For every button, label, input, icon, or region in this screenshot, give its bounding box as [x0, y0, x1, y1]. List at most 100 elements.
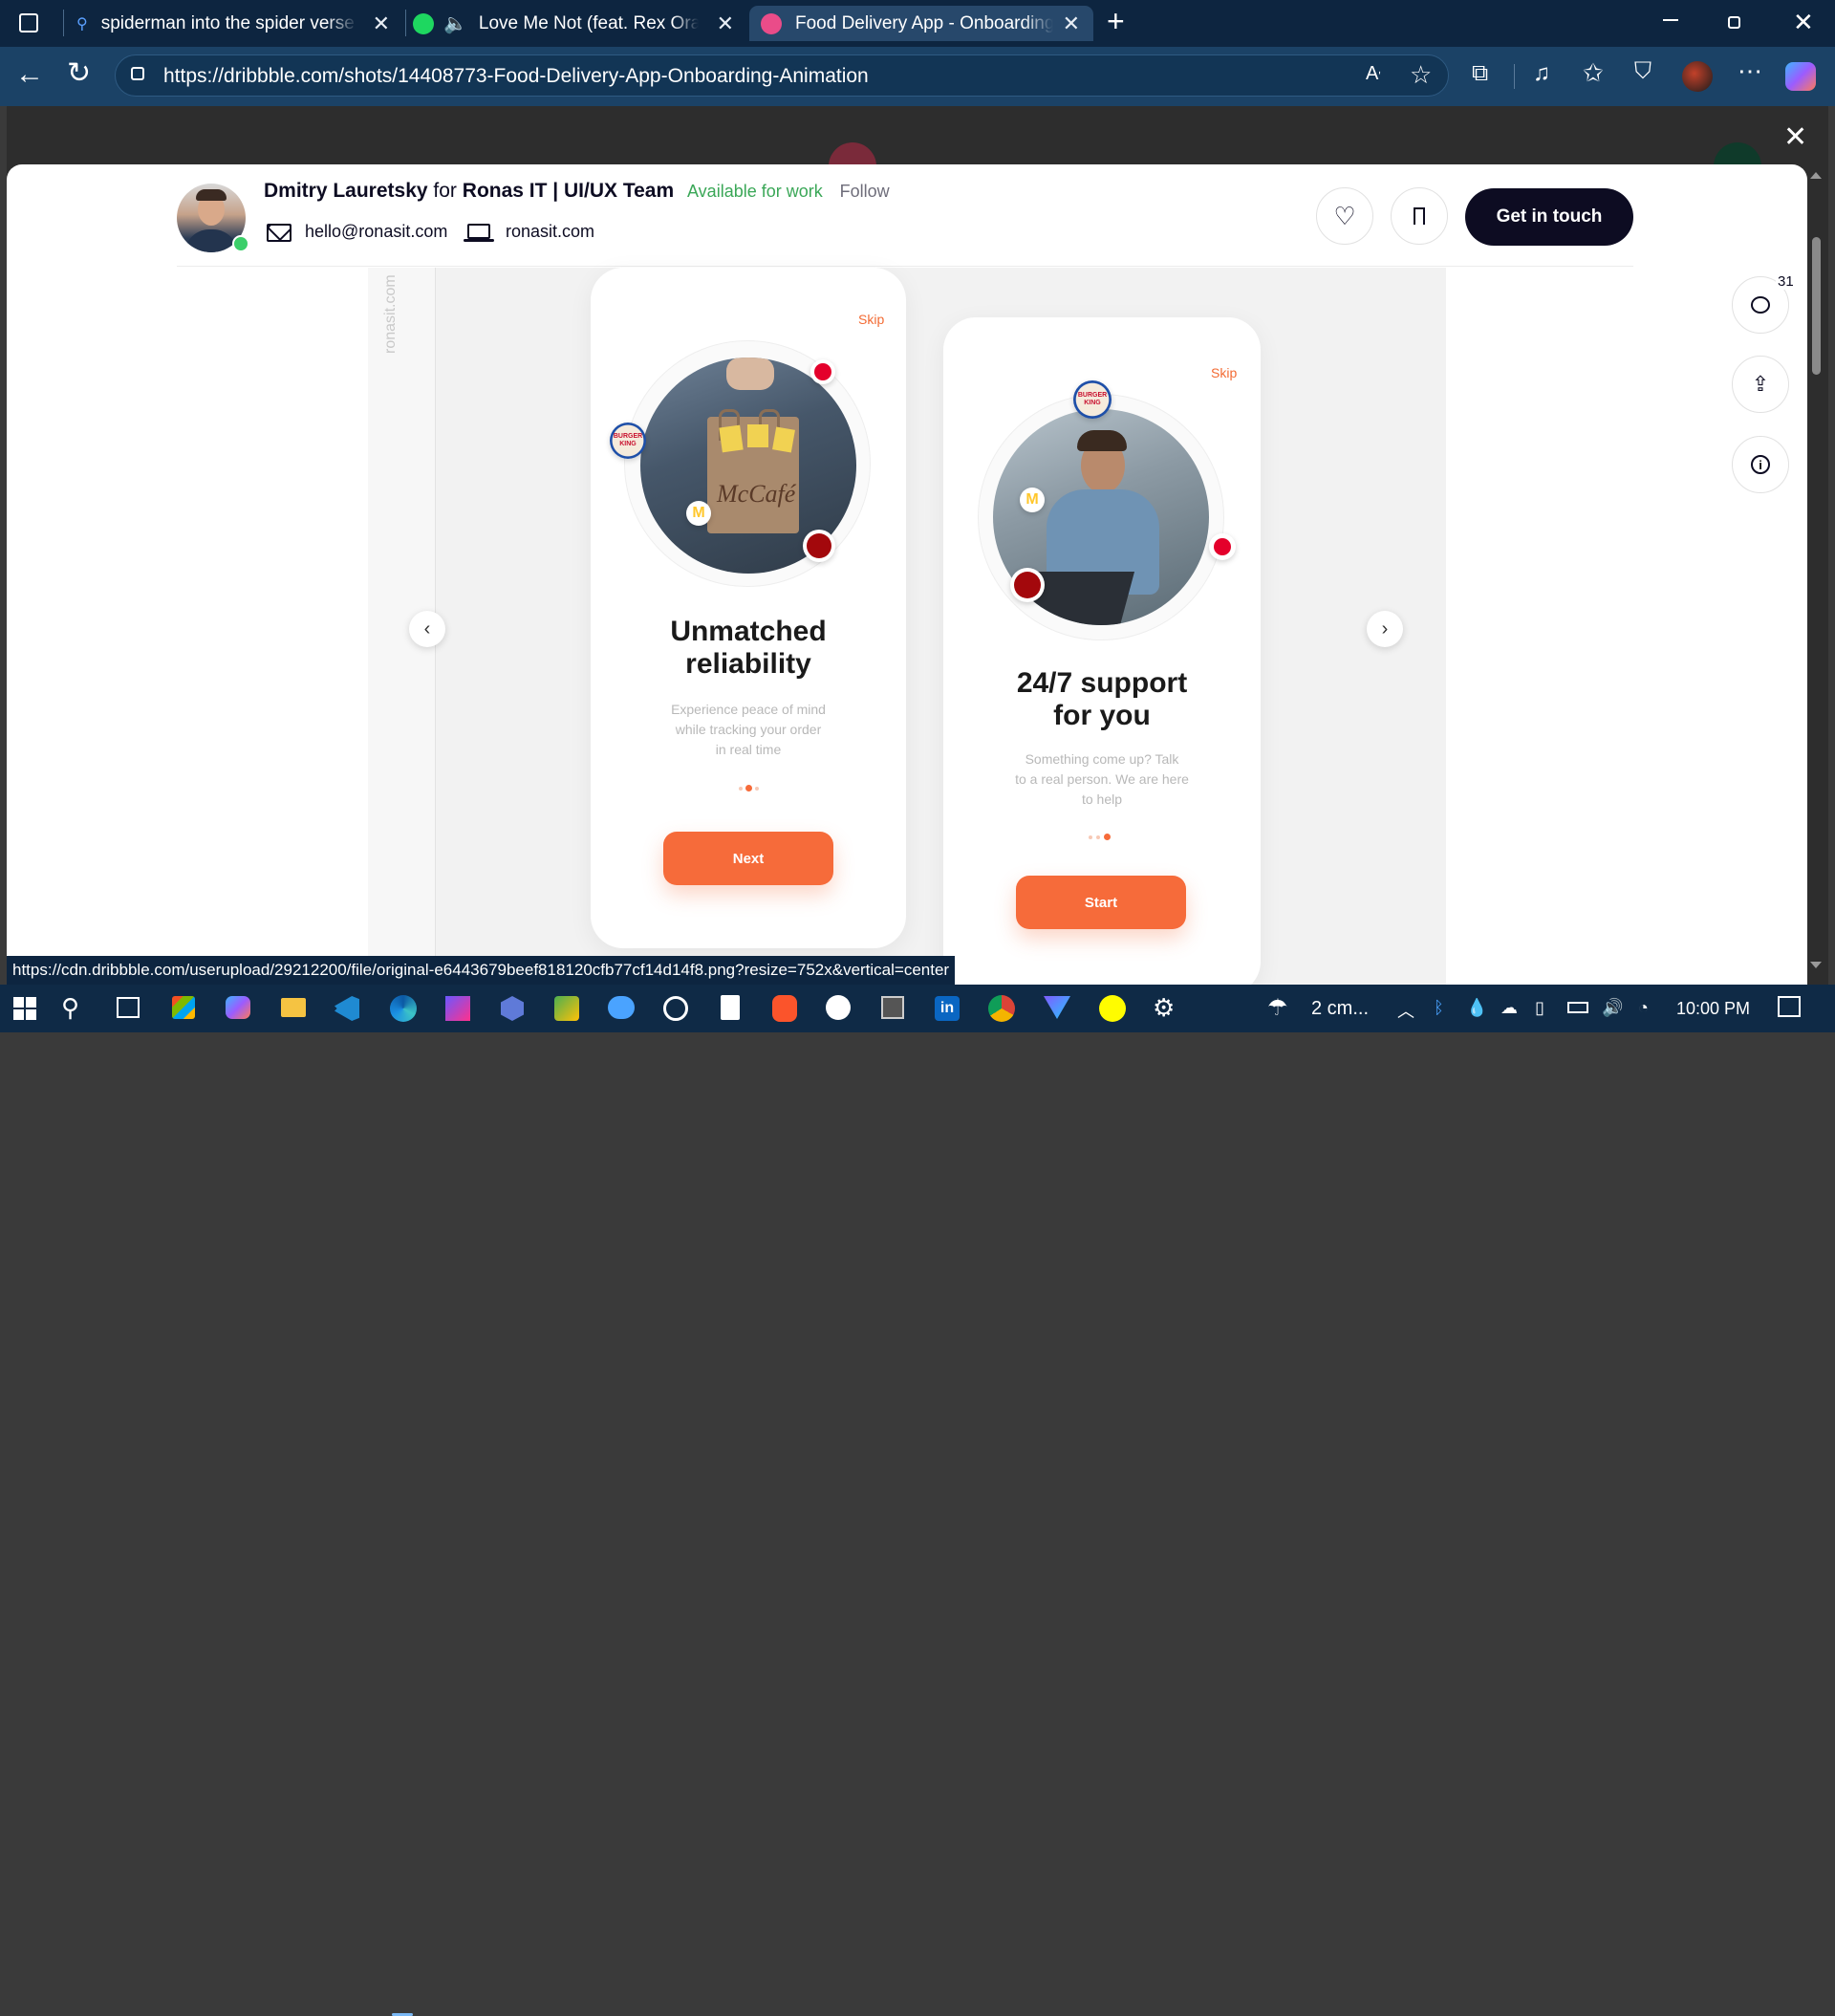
media-icon[interactable]: ♫: [1533, 60, 1550, 87]
shield-icon[interactable]: ⛉: [1634, 58, 1652, 85]
more-icon[interactable]: ⋯: [1738, 56, 1762, 86]
clock[interactable]: 10:00 PM: [1676, 999, 1750, 1019]
close-modal-icon[interactable]: ✕: [1783, 120, 1807, 154]
shot-modal: Dmitry Lauretsky for Ronas IT | UI/UX Te…: [7, 164, 1807, 985]
vscode-icon[interactable]: [335, 996, 359, 1021]
info-button[interactable]: i: [1732, 436, 1789, 493]
author-name[interactable]: Dmitry Lauretsky: [264, 180, 428, 202]
get-in-touch-button[interactable]: Get in touch: [1465, 188, 1633, 246]
online-status-dot: [232, 235, 249, 252]
edge-icon[interactable]: [390, 995, 417, 1022]
restore-icon[interactable]: [1728, 16, 1740, 29]
tab-food-delivery[interactable]: Food Delivery App - Onboarding ✕: [749, 6, 1093, 41]
previous-shot-button[interactable]: ‹: [409, 611, 445, 647]
scrollbar-down-arrow[interactable]: [1810, 962, 1822, 968]
title-line: 24/7 support: [1016, 667, 1188, 699]
dribbble-icon: [761, 12, 782, 34]
notes-app-icon[interactable]: [881, 996, 904, 1019]
skip-link[interactable]: Skip: [858, 312, 884, 327]
desc-line: to help: [1081, 791, 1123, 807]
author-line: Dmitry Lauretsky for Ronas IT | UI/UX Te…: [264, 180, 890, 203]
microsoft-store-icon[interactable]: [172, 996, 195, 1019]
close-tab-icon[interactable]: ✕: [373, 11, 390, 36]
skip-link[interactable]: Skip: [1211, 365, 1237, 380]
file-explorer-icon[interactable]: [281, 998, 306, 1017]
save-button[interactable]: [1391, 187, 1448, 245]
next-button[interactable]: Next: [663, 832, 833, 885]
favorite-star-icon[interactable]: ☆: [1410, 60, 1432, 90]
close-tab-icon[interactable]: ✕: [1063, 11, 1080, 36]
refresh-icon[interactable]: ↻: [67, 56, 91, 90]
address-bar[interactable]: https://dribbble.com/shots/14408773-Food…: [115, 54, 1449, 97]
battery-icon[interactable]: [1567, 1002, 1588, 1013]
app-triangle-icon[interactable]: [1044, 996, 1070, 1019]
extensions-icon[interactable]: ⧉: [1472, 60, 1488, 87]
favorites-icon[interactable]: ✩: [1583, 58, 1604, 88]
task-view-icon[interactable]: [117, 997, 140, 1018]
email-link[interactable]: hello@ronasit.com: [305, 222, 447, 242]
close-window-icon[interactable]: ✕: [1793, 8, 1814, 37]
document-icon[interactable]: [721, 995, 740, 1020]
volume-icon[interactable]: 🔊: [1602, 998, 1623, 1018]
tab-spiderman[interactable]: ⚲ spiderman into the spider verse s ✕: [71, 6, 396, 41]
chevron-up-icon[interactable]: ︿: [1397, 998, 1414, 1023]
share-button[interactable]: ⇪: [1732, 356, 1789, 413]
read-aloud-icon[interactable]: Aʹ: [1366, 63, 1381, 85]
speaker-icon[interactable]: 🔈: [443, 11, 467, 35]
app-puzzle-icon[interactable]: [554, 996, 579, 1021]
linkedin-icon[interactable]: in: [935, 996, 960, 1021]
profile-avatar[interactable]: [1682, 61, 1713, 92]
phone-link-icon[interactable]: ▯: [1535, 998, 1544, 1018]
tab-spotify[interactable]: 🔈 Love Me Not (feat. Rex Orang ✕: [413, 6, 740, 41]
search-icon[interactable]: ⚲: [61, 993, 92, 1024]
scrollbar-thumb[interactable]: [1812, 237, 1821, 375]
new-tab-icon[interactable]: +: [1107, 4, 1125, 39]
weather-text[interactable]: 2 cm...: [1311, 998, 1369, 1020]
brave-icon[interactable]: [772, 995, 797, 1022]
app-cube-icon[interactable]: [501, 996, 524, 1021]
start-button[interactable]: Start: [1016, 876, 1186, 929]
comment-icon: [1751, 296, 1770, 314]
burger-king-badge: BURGER KING: [1073, 380, 1112, 419]
tab-actions-icon[interactable]: [19, 13, 38, 33]
wifi-icon[interactable]: ◔: [1638, 998, 1649, 1018]
app-weather-icon[interactable]: [608, 996, 635, 1019]
settings-gear-icon[interactable]: ⚙: [1153, 993, 1183, 1024]
like-button[interactable]: ♡: [1316, 187, 1373, 245]
notification-icon[interactable]: [1778, 996, 1801, 1017]
pizza-hut-badge: [810, 359, 835, 384]
heart-icon: ♡: [1333, 201, 1356, 230]
follow-link[interactable]: Follow: [840, 182, 890, 201]
website-link[interactable]: ronasit.com: [506, 222, 594, 242]
jetbrains-icon[interactable]: [445, 996, 470, 1021]
mcdonalds-badge: M: [686, 501, 711, 526]
copilot-icon[interactable]: [226, 996, 250, 1019]
app-drop-icon[interactable]: [826, 995, 851, 1020]
snapchat-icon[interactable]: [1099, 995, 1126, 1022]
page-dot: [739, 787, 743, 791]
url-text[interactable]: https://dribbble.com/shots/14408773-Food…: [163, 65, 869, 88]
desc-line: Experience peace of mind: [671, 702, 826, 717]
close-tab-icon[interactable]: ✕: [717, 11, 734, 36]
drop-icon[interactable]: 💧: [1466, 998, 1487, 1018]
browser-tab-bar: ⚲ spiderman into the spider verse s ✕ 🔈 …: [0, 0, 1835, 47]
title-line: reliability: [685, 648, 811, 680]
bluetooth-icon[interactable]: ᛒ: [1434, 998, 1444, 1018]
minimize-icon[interactable]: [1663, 19, 1678, 21]
shot-image[interactable]: ronasit.com Skip McCafé BURGER KING M Un…: [368, 268, 1446, 985]
team-name[interactable]: Ronas IT | UI/UX Team: [463, 180, 674, 202]
screen1-description: Experience peace of mind while tracking …: [591, 700, 906, 760]
weather-icon[interactable]: ☂: [1267, 994, 1288, 1022]
back-icon[interactable]: ←: [15, 58, 44, 91]
chrome-icon[interactable]: [988, 995, 1015, 1022]
windows-start-icon[interactable]: [13, 997, 36, 1020]
whatsapp-icon[interactable]: [663, 996, 688, 1021]
next-shot-button[interactable]: ›: [1367, 611, 1403, 647]
copilot-icon[interactable]: [1785, 62, 1816, 91]
scrollbar-up-arrow[interactable]: [1810, 172, 1822, 179]
bookmark-icon: [1414, 207, 1425, 225]
cloud-icon[interactable]: ☁: [1500, 998, 1518, 1018]
windows-taskbar: ⚲ in ⚙ ☂ 2 cm... ︿ ᛒ 💧 ☁ ▯ 🔊 ◔ 10:00 PM: [0, 985, 1835, 2016]
header-divider: [177, 266, 1633, 267]
availability-label[interactable]: Available for work: [687, 182, 823, 201]
